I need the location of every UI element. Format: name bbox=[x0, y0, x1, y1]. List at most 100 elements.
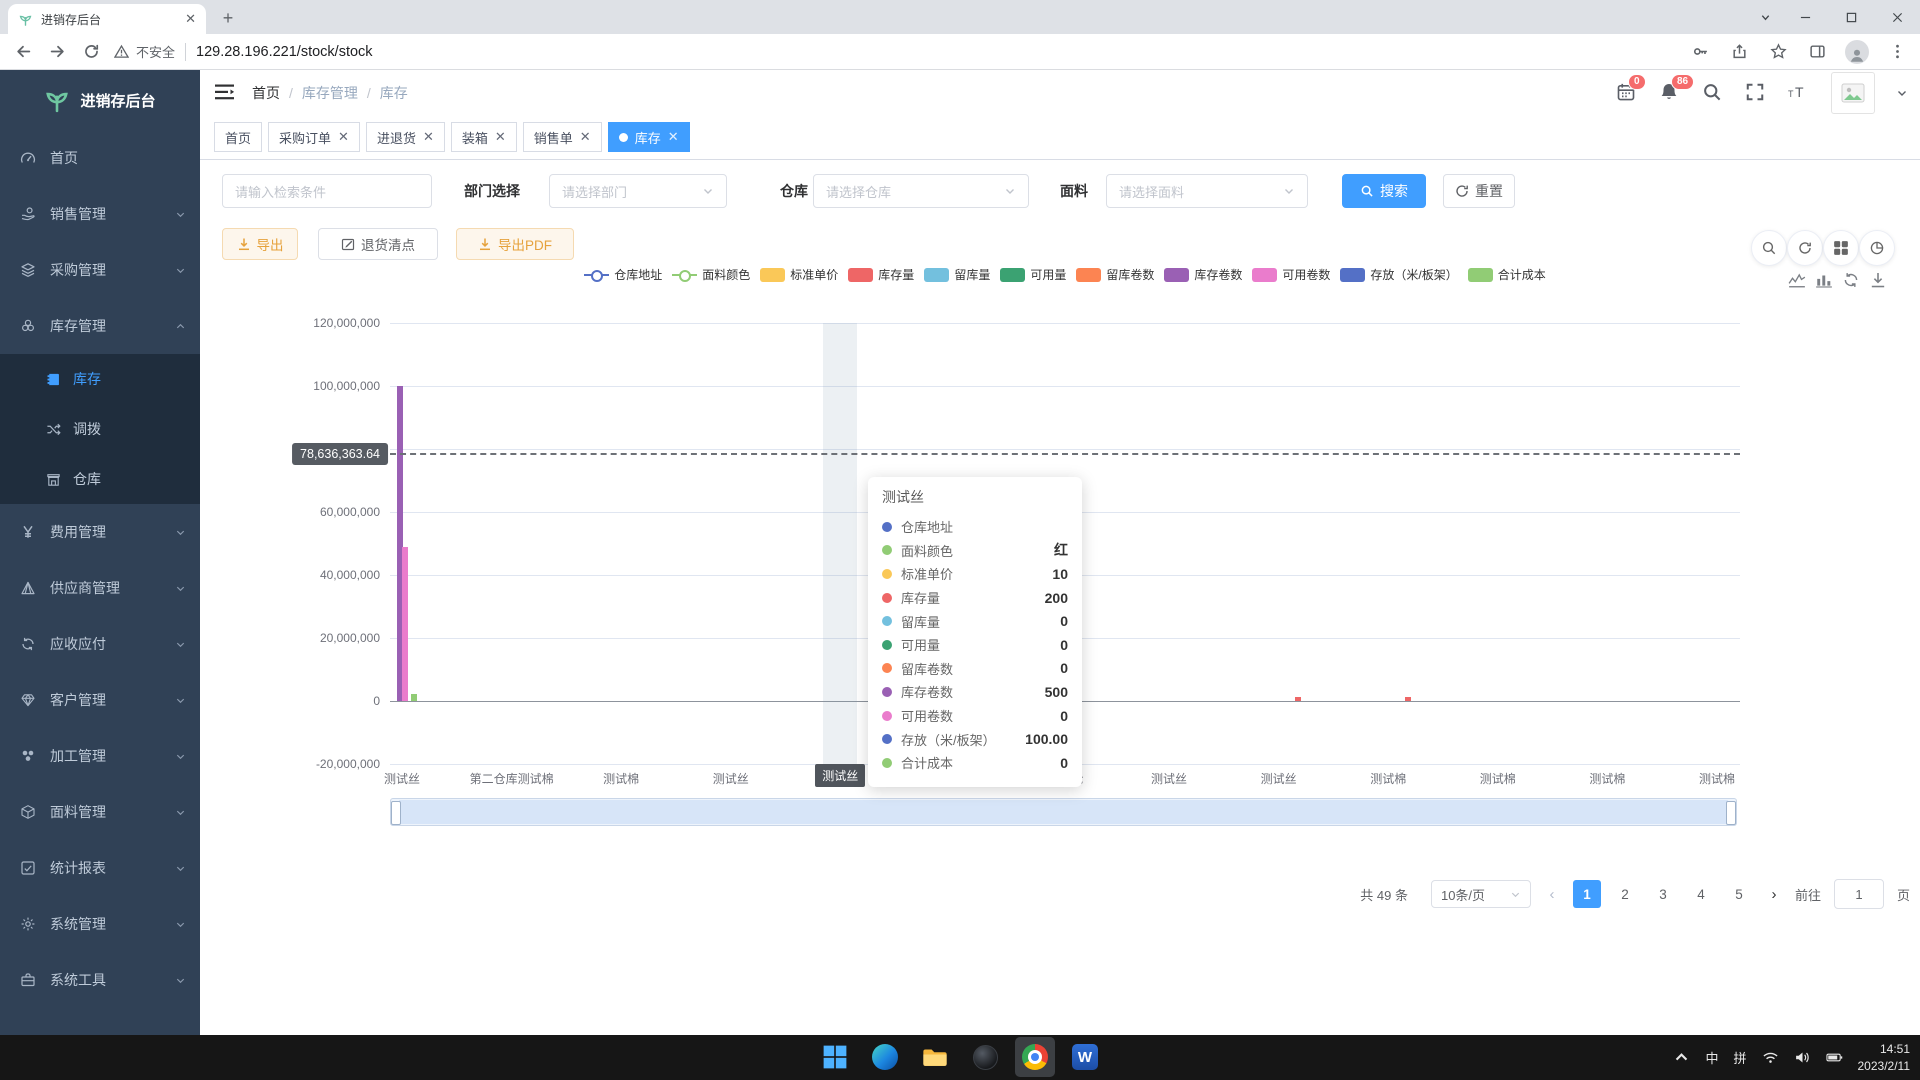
new-tab-button[interactable]: + bbox=[216, 6, 240, 30]
page-button-2[interactable]: 2 bbox=[1611, 880, 1639, 908]
prev-page-button[interactable]: ‹ bbox=[1544, 886, 1560, 903]
sidebar-item-sales[interactable]: 销售管理 bbox=[0, 186, 200, 242]
legend-item-8[interactable]: 可用卷数 bbox=[1252, 266, 1330, 283]
sidebar-item-transfer[interactable]: 调拨 bbox=[0, 404, 200, 454]
sidebar-item-inventory[interactable]: 库存管理 bbox=[0, 298, 200, 354]
tag-close-icon[interactable]: ✕ bbox=[580, 129, 591, 145]
wifi-icon[interactable] bbox=[1762, 1049, 1779, 1066]
security-chip[interactable]: 不安全 bbox=[114, 42, 175, 61]
sidebar-item-receivable-payable[interactable]: 应收应付 bbox=[0, 616, 200, 672]
sidebar-item-processing[interactable]: 加工管理 bbox=[0, 728, 200, 784]
reset-button[interactable]: 重置 bbox=[1443, 174, 1515, 208]
search-button[interactable] bbox=[1751, 230, 1787, 266]
forward-icon[interactable] bbox=[40, 37, 74, 67]
pie-button[interactable] bbox=[1859, 230, 1895, 266]
taskbar-app-explorer[interactable] bbox=[915, 1037, 955, 1077]
font-size-icon[interactable]: TT bbox=[1788, 82, 1810, 104]
sidebar-item-customer[interactable]: 客户管理 bbox=[0, 672, 200, 728]
tag-close-icon[interactable]: ✕ bbox=[423, 129, 434, 145]
grid-button[interactable] bbox=[1823, 230, 1859, 266]
datazoom-left-handle[interactable] bbox=[391, 801, 401, 825]
page-button-3[interactable]: 3 bbox=[1649, 880, 1677, 908]
sidebar-item-tools[interactable]: 系统工具 bbox=[0, 952, 200, 1008]
page-button-1[interactable]: 1 bbox=[1573, 880, 1601, 908]
sidebar-item-report[interactable]: 统计报表 bbox=[0, 840, 200, 896]
legend-item-7[interactable]: 库存卷数 bbox=[1164, 266, 1242, 283]
maximize-button[interactable] bbox=[1828, 0, 1874, 34]
legend-item-4[interactable]: 留库量 bbox=[924, 266, 990, 283]
volume-icon[interactable] bbox=[1794, 1049, 1811, 1066]
legend-item-10[interactable]: 合计成本 bbox=[1468, 266, 1546, 283]
datazoom-right-handle[interactable] bbox=[1726, 801, 1736, 825]
breadcrumb-home[interactable]: 首页 bbox=[252, 83, 280, 103]
bookmark-star-icon[interactable] bbox=[1767, 37, 1789, 67]
bar-chart-icon[interactable] bbox=[1815, 271, 1833, 289]
ime-language[interactable]: 中 bbox=[1705, 1048, 1718, 1067]
legend-item-9[interactable]: 存放（米/板架） bbox=[1340, 266, 1457, 283]
export-button[interactable]: 导出 bbox=[222, 228, 298, 260]
taskbar-app-edge[interactable] bbox=[865, 1037, 905, 1077]
menu-dots-icon[interactable] bbox=[1886, 37, 1908, 67]
search-button[interactable]: 搜索 bbox=[1342, 174, 1426, 208]
profile-avatar-icon[interactable] bbox=[1845, 40, 1869, 64]
password-key-icon[interactable] bbox=[1689, 37, 1711, 67]
next-page-button[interactable]: › bbox=[1766, 886, 1782, 903]
tag-close-icon[interactable]: ✕ bbox=[495, 129, 506, 145]
tag-close-icon[interactable]: ✕ bbox=[338, 129, 349, 145]
side-panel-icon[interactable] bbox=[1806, 37, 1828, 67]
taskbar-app-dark-app[interactable] bbox=[965, 1037, 1005, 1077]
export-pdf-button[interactable]: 导出PDF bbox=[456, 228, 574, 260]
refresh-button[interactable] bbox=[1787, 230, 1823, 266]
tray-caret-icon[interactable] bbox=[1673, 1049, 1690, 1066]
bell-icon[interactable]: 86 bbox=[1659, 82, 1681, 104]
dept-select[interactable]: 请选择部门 bbox=[549, 174, 727, 208]
download-icon[interactable] bbox=[1869, 271, 1887, 289]
sidebar-item-fabric[interactable]: 面料管理 bbox=[0, 784, 200, 840]
browser-tab[interactable]: 进销存后台 ✕ bbox=[8, 4, 206, 34]
battery-icon[interactable] bbox=[1826, 1049, 1843, 1066]
share-icon[interactable] bbox=[1728, 37, 1750, 67]
tab-search-chevron-icon[interactable] bbox=[1748, 0, 1782, 34]
legend-item-5[interactable]: 可用量 bbox=[1000, 266, 1066, 283]
minimize-button[interactable] bbox=[1782, 0, 1828, 34]
avatar-dropdown-chevron-icon[interactable] bbox=[1896, 87, 1908, 99]
hamburger-icon[interactable] bbox=[215, 83, 235, 101]
reload-icon[interactable] bbox=[74, 37, 108, 67]
legend-item-0[interactable]: 仓库地址 bbox=[584, 266, 662, 283]
tag-packing[interactable]: 装箱✕ bbox=[451, 122, 517, 152]
sidebar-item-stock[interactable]: 库存 bbox=[0, 354, 200, 404]
back-icon[interactable] bbox=[6, 37, 40, 67]
legend-item-3[interactable]: 库存量 bbox=[848, 266, 914, 283]
taskbar-app-chrome[interactable] bbox=[1015, 1037, 1055, 1077]
calendar-icon[interactable]: 0 bbox=[1616, 82, 1638, 104]
datazoom-slider[interactable] bbox=[390, 798, 1737, 826]
legend-item-2[interactable]: 标准单价 bbox=[760, 266, 838, 283]
tag-close-icon[interactable]: ✕ bbox=[668, 129, 679, 145]
legend-item-1[interactable]: 面料颜色 bbox=[672, 266, 750, 283]
tab-close-icon[interactable]: ✕ bbox=[185, 11, 196, 27]
sidebar-item-purchase[interactable]: 采购管理 bbox=[0, 242, 200, 298]
tag-home[interactable]: 首页 bbox=[214, 122, 262, 152]
close-window-button[interactable] bbox=[1874, 0, 1920, 34]
tag-return-goods[interactable]: 进退货✕ bbox=[366, 122, 445, 152]
sidebar-item-warehouse[interactable]: 仓库 bbox=[0, 454, 200, 504]
page-size-select[interactable]: 10条/页 bbox=[1431, 880, 1531, 908]
taskbar-app-word[interactable]: W bbox=[1065, 1037, 1105, 1077]
sidebar-item-supplier[interactable]: 供应商管理 bbox=[0, 560, 200, 616]
return-check-button[interactable]: 退货清点 bbox=[318, 228, 438, 260]
sidebar-item-home[interactable]: 首页 bbox=[0, 130, 200, 186]
tag-sales-order[interactable]: 销售单✕ bbox=[523, 122, 602, 152]
sidebar-item-system[interactable]: 系统管理 bbox=[0, 896, 200, 952]
page-button-4[interactable]: 4 bbox=[1687, 880, 1715, 908]
warehouse-select[interactable]: 请选择仓库 bbox=[813, 174, 1029, 208]
line-chart-icon[interactable] bbox=[1788, 271, 1806, 289]
ime-mode[interactable]: 拼 bbox=[1733, 1048, 1746, 1067]
goto-page-input[interactable]: 1 bbox=[1834, 879, 1884, 909]
user-avatar[interactable] bbox=[1831, 72, 1875, 114]
page-button-5[interactable]: 5 bbox=[1725, 880, 1753, 908]
keyword-search-input[interactable]: 请输入检索条件 bbox=[222, 174, 432, 208]
tag-stock[interactable]: 库存✕ bbox=[608, 122, 690, 152]
tag-purchase-order[interactable]: 采购订单✕ bbox=[268, 122, 360, 152]
taskbar-clock[interactable]: 14:51 2023/2/11 bbox=[1858, 1041, 1911, 1073]
sidebar-item-expense[interactable]: 费用管理 bbox=[0, 504, 200, 560]
